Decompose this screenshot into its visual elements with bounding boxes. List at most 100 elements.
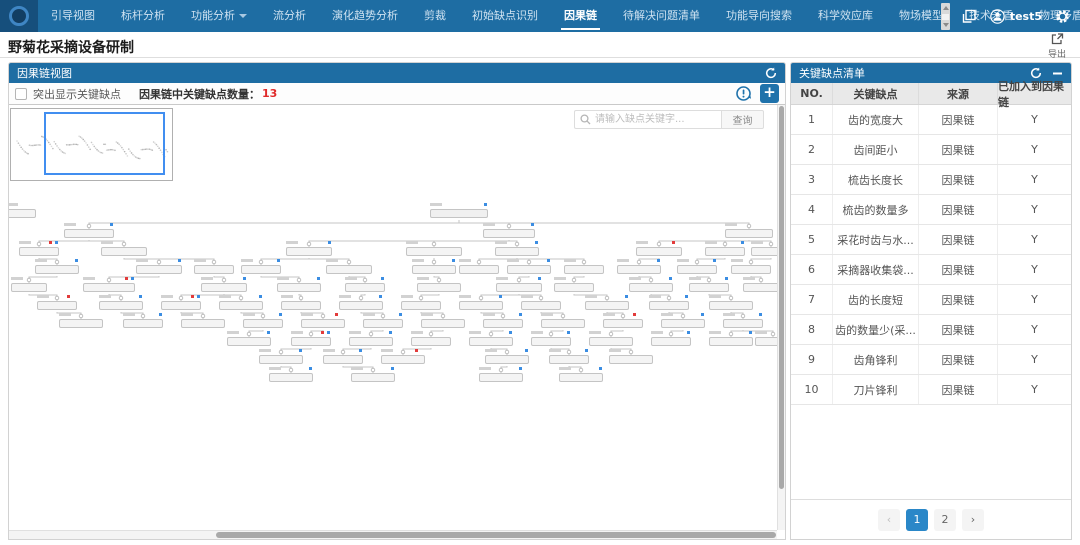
diagram-node[interactable] [64,229,114,238]
diagram-node[interactable] [723,319,763,328]
diagram-node[interactable] [11,283,47,292]
diagram-node[interactable] [401,301,441,310]
diagram-node[interactable] [559,373,603,382]
diagram-node[interactable] [227,337,271,346]
table-row[interactable]: 9齿角锋利因果链Y [791,345,1071,375]
table-row[interactable]: 10刀片锋利因果链Y [791,375,1071,405]
h-scroll-thumb[interactable] [216,532,776,538]
diagram-node[interactable] [589,337,633,346]
vertical-scrollbar[interactable] [777,105,785,530]
settings-gear-icon[interactable] [1055,9,1070,24]
diagram-node[interactable] [345,283,385,292]
diagram-node[interactable] [459,265,499,274]
diagram-node[interactable] [9,209,36,218]
diagram-node[interactable] [301,319,345,328]
diagram-node[interactable] [483,319,523,328]
diagram-node[interactable] [617,265,661,274]
diagram-node[interactable] [136,265,182,274]
diagram-node[interactable] [181,319,225,328]
table-row[interactable]: 5采花时齿与水...因果链Y [791,225,1071,255]
nav-item-因果链[interactable]: 因果链 [551,0,610,32]
diagram-node[interactable] [281,301,321,310]
table-row[interactable]: 8齿的数量少(采...因果链Y [791,315,1071,345]
diagram-node[interactable] [549,355,589,364]
diagram-node[interactable] [323,355,363,364]
diagram-node[interactable] [59,319,103,328]
table-row[interactable]: 2齿间距小因果链Y [791,135,1071,165]
diagram-node[interactable] [469,337,513,346]
diagram-node[interactable] [286,247,332,256]
nav-item-初始缺点识别[interactable]: 初始缺点识别 [459,0,551,32]
diagram-node[interactable] [485,355,529,364]
diagram-node[interactable] [709,301,753,310]
diagram-node[interactable] [603,319,643,328]
diagram-node[interactable] [743,283,779,292]
horizontal-scrollbar[interactable] [9,530,777,539]
nav-item-功能分析[interactable]: 功能分析 [178,0,260,32]
window-restore-icon[interactable] [962,9,977,24]
nav-item-科学效应库[interactable]: 科学效应库 [805,0,886,32]
diagram-node[interactable] [430,209,488,218]
diagram-node[interactable] [412,265,456,274]
table-row[interactable]: 1齿的宽度大因果链Y [791,105,1071,135]
page-button-1[interactable]: 1 [906,509,928,531]
diagram-node[interactable] [495,247,539,256]
diagram-node[interactable] [725,229,773,238]
diagram-node[interactable] [521,301,561,310]
table-row[interactable]: 3梳齿长度长因果链Y [791,165,1071,195]
minimap-viewport[interactable] [44,112,165,175]
diagram-node[interactable] [411,337,451,346]
table-row[interactable]: 4梳齿的数量多因果链Y [791,195,1071,225]
diagram-node[interactable] [421,319,465,328]
nav-item-剪裁[interactable]: 剪裁 [411,0,459,32]
next-page-button[interactable]: › [962,509,984,531]
highlight-key-defects-checkbox[interactable] [15,88,27,100]
diagram-node[interactable] [381,355,425,364]
diagram-node[interactable] [636,247,682,256]
add-node-button[interactable]: + [760,84,779,103]
diagram-node[interactable] [37,301,77,310]
diagram-node[interactable] [731,265,771,274]
defect-search-input[interactable] [574,110,721,129]
diagram-node[interactable] [629,283,673,292]
diagram-node[interactable] [194,265,234,274]
diagram-node[interactable] [661,319,705,328]
diagram-node[interactable] [35,265,79,274]
refresh-icon[interactable] [765,67,777,79]
diagram-node[interactable] [459,301,503,310]
diagram-node[interactable] [483,229,535,238]
v-scroll-thumb[interactable] [779,106,784,489]
diagram-node[interactable] [241,265,281,274]
nav-scrollbar[interactable] [941,3,950,30]
diagram-node[interactable] [291,337,331,346]
diagram-node[interactable] [609,355,653,364]
diagram-node[interactable] [351,373,395,382]
page-button-2[interactable]: 2 [934,509,956,531]
diagram-node[interactable] [709,337,753,346]
diagram-node[interactable] [161,301,201,310]
nav-item-演化趋势分析[interactable]: 演化趋势分析 [319,0,411,32]
diagram-node[interactable] [689,283,729,292]
table-row[interactable]: 6采摘器收集袋...因果链Y [791,255,1071,285]
diagram-node[interactable] [326,265,372,274]
user-account[interactable]: test5 [990,9,1042,24]
diagram-node[interactable] [531,337,571,346]
diagram-node[interactable] [363,319,403,328]
app-logo[interactable] [0,0,38,32]
diagram-node[interactable] [101,247,147,256]
diagram-node[interactable] [277,283,321,292]
diagram-node[interactable] [19,247,59,256]
diagram-node[interactable] [417,283,461,292]
nav-item-流分析[interactable]: 流分析 [260,0,319,32]
diagram-node[interactable] [479,373,523,382]
diagram-node[interactable] [201,283,247,292]
diagram-node[interactable] [554,283,594,292]
history-icon[interactable] [735,85,752,102]
diagram-node[interactable] [269,373,313,382]
diagram-node[interactable] [564,265,604,274]
nav-item-引导视图[interactable]: 引导视图 [38,0,108,32]
diagram-node[interactable] [99,301,143,310]
diagram-canvas[interactable]: 查询 [9,104,785,539]
diagram-node[interactable] [339,301,383,310]
diagram-node[interactable] [219,301,263,310]
